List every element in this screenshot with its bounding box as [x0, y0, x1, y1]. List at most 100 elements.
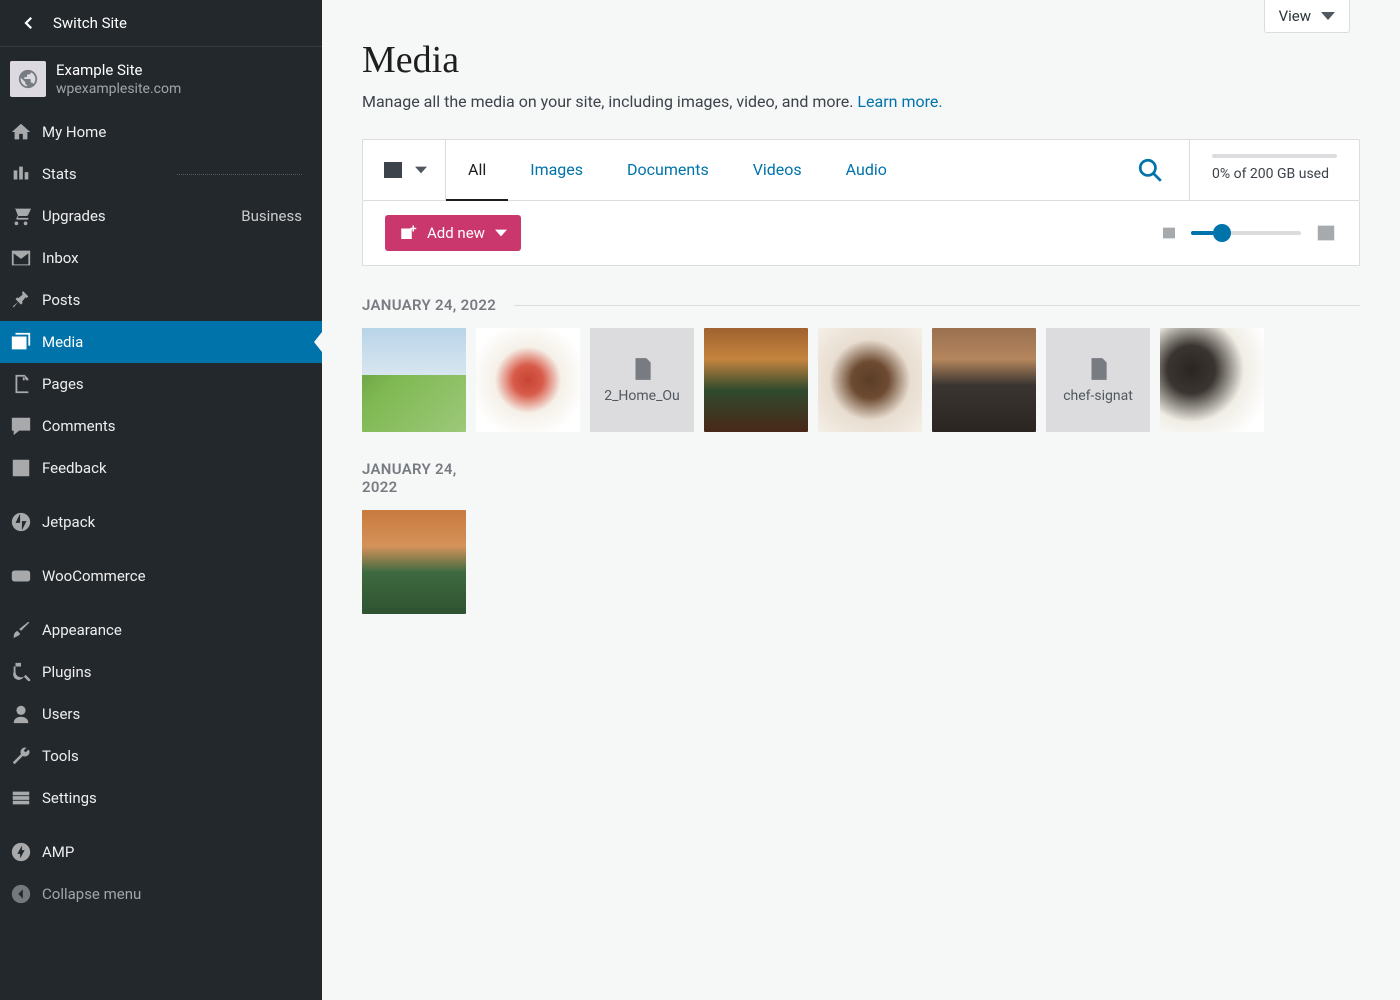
comment-icon [10, 415, 32, 437]
sidebar-item-label: Media [42, 333, 302, 351]
tab-all[interactable]: All [446, 140, 508, 201]
document-icon [629, 356, 655, 382]
sidebar-item-feedback[interactable]: Feedback [0, 447, 322, 489]
globe-icon [17, 68, 39, 90]
amp-icon [10, 841, 32, 863]
view-button-label: View [1279, 7, 1311, 25]
wrench-icon [10, 745, 32, 767]
page-title: Media [362, 38, 1360, 82]
user-icon [10, 703, 32, 725]
small-thumb-icon [1161, 225, 1177, 241]
brush-icon [10, 619, 32, 641]
collapse-icon [10, 883, 32, 905]
sidebar-item-label: Settings [42, 789, 302, 807]
sidebar-item-label: Tools [42, 747, 302, 765]
pages-icon [10, 373, 32, 395]
image-icon [381, 158, 405, 182]
media-thumbnail[interactable] [476, 328, 580, 432]
media-icon [10, 331, 32, 353]
add-new-button[interactable]: Add new [385, 215, 521, 251]
document-icon [1085, 356, 1111, 382]
view-button[interactable]: View [1264, 0, 1350, 33]
site-icon [10, 61, 46, 97]
learn-more-link[interactable]: Learn more. [857, 92, 942, 111]
chevron-left-icon [20, 14, 38, 32]
media-thumbnail[interactable] [818, 328, 922, 432]
large-thumb-icon [1315, 222, 1337, 244]
sidebar-item-appearance[interactable]: Appearance [0, 609, 322, 651]
sidebar-item-comments[interactable]: Comments [0, 405, 322, 447]
sidebar-item-pages[interactable]: Pages [0, 363, 322, 405]
storage-meter: 0% of 200 GB used [1189, 140, 1359, 200]
storage-text: 0% of 200 GB used [1212, 166, 1337, 182]
sidebar-item-label: Upgrades [42, 207, 241, 225]
tab-images[interactable]: Images [508, 140, 605, 200]
sidebar-item-tools[interactable]: Tools [0, 735, 322, 777]
media-thumbnail[interactable] [362, 328, 466, 432]
switch-site-label: Switch Site [53, 14, 127, 32]
mail-icon [10, 247, 32, 269]
home-icon [10, 121, 32, 143]
media-thumbnail[interactable] [932, 328, 1036, 432]
sidebar-item-amp[interactable]: AMP [0, 831, 322, 873]
chevron-down-icon [1321, 11, 1335, 21]
sidebar-item-label: WooCommerce [42, 567, 302, 585]
sidebar-item-label: Users [42, 705, 302, 723]
sidebar-item-label: Jetpack [42, 513, 302, 531]
feedback-icon [10, 457, 32, 479]
sidebar-item-myhome[interactable]: My Home [0, 111, 322, 153]
tab-audio[interactable]: Audio [824, 140, 909, 200]
media-thumbnail[interactable] [362, 510, 466, 614]
sidebar-item-upgrades[interactable]: Upgrades Business [0, 195, 322, 237]
storage-bar [1212, 154, 1337, 158]
sidebar-item-label: Appearance [42, 621, 302, 639]
media-actions-bar: Add new [362, 201, 1360, 266]
sidebar-item-label: Inbox [42, 249, 302, 267]
add-new-label: Add new [427, 224, 485, 242]
sidebar-item-media[interactable]: Media [0, 321, 322, 363]
page-description: Manage all the media on your site, inclu… [362, 92, 1360, 111]
add-image-icon [399, 224, 417, 242]
media-thumbnail[interactable] [704, 328, 808, 432]
thumbnail-size-slider[interactable] [1191, 231, 1301, 235]
sidebar-item-label: Collapse menu [42, 885, 302, 903]
switch-site-link[interactable]: Switch Site [0, 0, 322, 47]
site-info[interactable]: Example Site wpexamplesite.com [0, 47, 322, 111]
site-domain: wpexamplesite.com [56, 81, 181, 97]
settings-icon [10, 787, 32, 809]
chevron-down-icon [415, 165, 427, 175]
sidebar-item-settings[interactable]: Settings [0, 777, 322, 819]
sidebar-item-plugins[interactable]: Plugins [0, 651, 322, 693]
pin-icon [10, 289, 32, 311]
search-icon [1137, 157, 1163, 183]
slider-thumb[interactable] [1213, 224, 1231, 242]
sidebar-item-label: Plugins [42, 663, 302, 681]
media-toolbar: All Images Documents Videos Audio 0% of … [362, 139, 1360, 201]
tab-documents[interactable]: Documents [605, 140, 731, 200]
sidebar-item-label: Feedback [42, 459, 302, 477]
search-button[interactable] [1111, 140, 1189, 200]
media-thumbnail-document[interactable]: 2_Home_Ou [590, 328, 694, 432]
collapse-menu[interactable]: Collapse menu [0, 873, 322, 915]
chevron-down-icon [495, 228, 507, 238]
sidebar-item-label: My Home [42, 123, 302, 141]
sidebar-item-stats[interactable]: Stats [0, 153, 322, 195]
media-thumbnail[interactable] [1160, 328, 1264, 432]
sidebar-item-jetpack[interactable]: Jetpack [0, 501, 322, 543]
date-group-header: JANUARY 24, 2022 [362, 296, 1360, 314]
tab-videos[interactable]: Videos [731, 140, 824, 200]
sidebar-item-label: Posts [42, 291, 302, 309]
sidebar-item-label: Stats [42, 165, 167, 183]
media-type-selector[interactable] [363, 140, 446, 200]
cart-icon [10, 205, 32, 227]
sidebar-item-label: Comments [42, 417, 302, 435]
stats-icon [10, 163, 32, 185]
sidebar-item-inbox[interactable]: Inbox [0, 237, 322, 279]
sidebar-item-users[interactable]: Users [0, 693, 322, 735]
plug-icon [10, 661, 32, 683]
sidebar-item-posts[interactable]: Posts [0, 279, 322, 321]
woo-icon [10, 565, 32, 587]
thumbnail-size-control [1161, 222, 1337, 244]
sidebar-item-woocommerce[interactable]: WooCommerce [0, 555, 322, 597]
media-thumbnail-document[interactable]: chef-signat [1046, 328, 1150, 432]
